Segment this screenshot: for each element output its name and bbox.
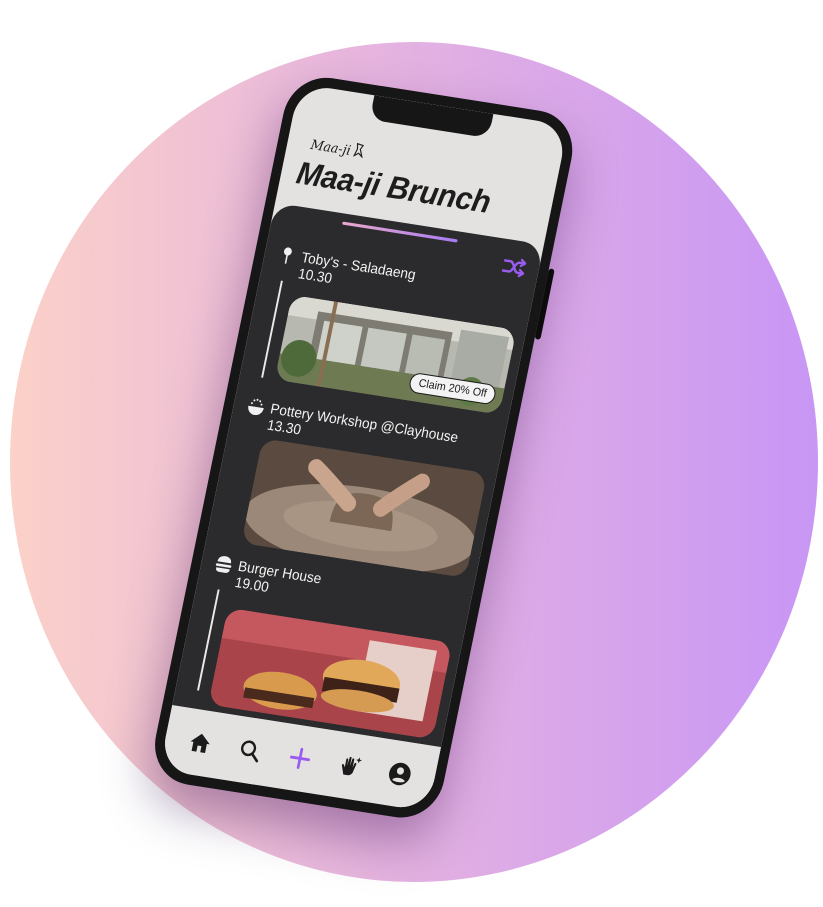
shuffle-button[interactable]	[500, 255, 529, 279]
shuffle-icon	[501, 258, 527, 278]
drag-handle[interactable]	[341, 221, 458, 243]
nav-search[interactable]	[233, 733, 268, 768]
burger-icon	[213, 554, 234, 575]
stop-photo-tobys[interactable]: Claim 20% Off	[274, 294, 517, 415]
nav-home[interactable]	[183, 725, 218, 760]
logo-figure-icon	[352, 142, 367, 162]
stop-item-1[interactable]: Toby's - Saladaeng 10.30	[297, 249, 418, 299]
plus-icon	[289, 747, 311, 769]
sparkle-hand-icon	[341, 756, 362, 776]
app-logo-text: Maa-ji	[309, 137, 353, 159]
profile-icon	[389, 762, 411, 786]
nav-add[interactable]	[282, 741, 317, 776]
search-icon	[241, 740, 259, 763]
phone-notch	[369, 95, 494, 139]
nav-activities[interactable]	[332, 749, 367, 784]
pin-icon	[277, 245, 298, 266]
stop-item-3[interactable]: Burger House 19.00	[233, 557, 323, 602]
nav-profile[interactable]	[382, 757, 417, 792]
dish-icon	[246, 396, 267, 417]
home-icon	[190, 733, 210, 753]
